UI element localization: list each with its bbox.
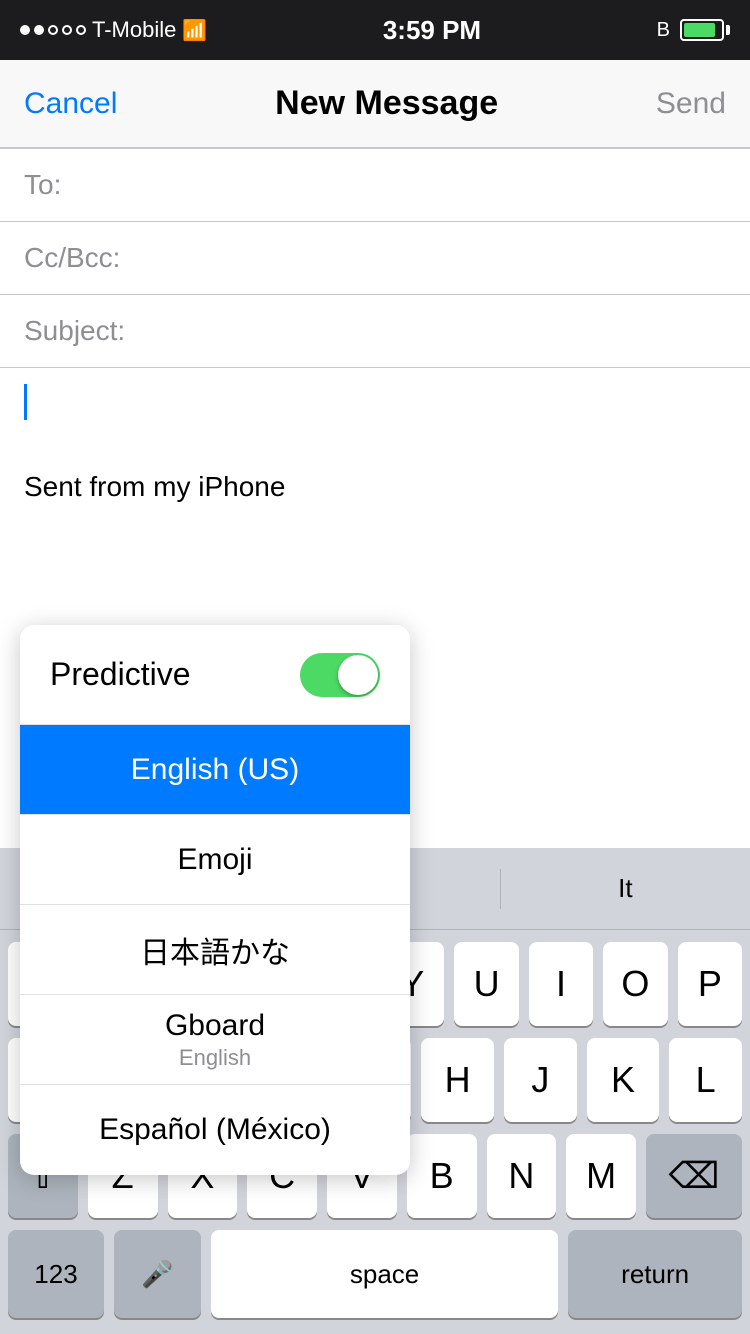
battery-tip: [726, 25, 730, 35]
status-right: B: [657, 19, 730, 42]
predictive-toggle[interactable]: [300, 653, 380, 697]
key-o[interactable]: O: [603, 942, 667, 1026]
keyboard-row-4: 123 🎤 space return: [8, 1230, 742, 1318]
language-option-espanol[interactable]: Español (México): [20, 1085, 410, 1175]
language-option-emoji[interactable]: Emoji: [20, 815, 410, 905]
body-area[interactable]: Sent from my iPhone: [0, 368, 750, 519]
key-u[interactable]: U: [454, 942, 518, 1026]
status-left: T-Mobile 📶: [20, 17, 207, 43]
key-delete[interactable]: ⌫: [646, 1134, 742, 1218]
gboard-content: Gboard English: [165, 1009, 265, 1071]
to-input[interactable]: [144, 169, 726, 201]
send-button[interactable]: Send: [656, 87, 726, 121]
key-j[interactable]: J: [504, 1038, 577, 1122]
key-b[interactable]: B: [407, 1134, 477, 1218]
battery-body: [680, 19, 724, 41]
signal-dot-1: [20, 25, 30, 35]
language-label-espanol: Español (México): [99, 1113, 331, 1147]
signature-text: Sent from my iPhone: [24, 471, 726, 503]
predictive-item-3[interactable]: It: [501, 873, 750, 904]
subject-label: Subject:: [24, 315, 144, 347]
battery-indicator: [680, 19, 730, 41]
key-n[interactable]: N: [487, 1134, 557, 1218]
ccbcc-field[interactable]: Cc/Bcc:: [0, 222, 750, 294]
predictive-label: Predictive: [50, 656, 191, 693]
signal-dots: [20, 25, 86, 35]
text-cursor: [24, 384, 27, 420]
language-option-english-us[interactable]: English (US): [20, 725, 410, 815]
to-label: To:: [24, 169, 144, 201]
key-h[interactable]: H: [421, 1038, 494, 1122]
ccbcc-input[interactable]: [144, 242, 726, 274]
ccbcc-label: Cc/Bcc:: [24, 242, 144, 274]
status-time: 3:59 PM: [383, 15, 481, 46]
signal-dot-3: [48, 25, 58, 35]
signal-dot-4: [62, 25, 72, 35]
gboard-sublabel: English: [179, 1045, 251, 1071]
key-space[interactable]: space: [211, 1230, 558, 1318]
battery-fill: [684, 23, 715, 37]
language-option-gboard[interactable]: Gboard English: [20, 995, 410, 1085]
key-return[interactable]: return: [568, 1230, 742, 1318]
carrier-label: T-Mobile: [92, 17, 176, 43]
key-numbers[interactable]: 123: [8, 1230, 104, 1318]
bluetooth-icon: B: [657, 19, 670, 42]
key-l[interactable]: L: [669, 1038, 742, 1122]
page-title: New Message: [275, 84, 498, 123]
language-label-japanese: 日本語かな: [140, 928, 290, 972]
signal-dot-2: [34, 25, 44, 35]
key-i[interactable]: I: [529, 942, 593, 1026]
toggle-thumb: [338, 655, 378, 695]
key-m[interactable]: M: [566, 1134, 636, 1218]
signal-dot-5: [76, 25, 86, 35]
language-label-emoji: Emoji: [177, 843, 252, 877]
status-bar: T-Mobile 📶 3:59 PM B: [0, 0, 750, 60]
predictive-row: Predictive: [20, 625, 410, 725]
nav-bar: Cancel New Message Send: [0, 60, 750, 148]
subject-input[interactable]: [144, 315, 726, 347]
key-k[interactable]: K: [587, 1038, 660, 1122]
key-microphone[interactable]: 🎤: [114, 1230, 201, 1318]
language-option-japanese[interactable]: 日本語かな: [20, 905, 410, 995]
keyboard-menu-popup: Predictive English (US) Emoji 日本語かな Gboa…: [20, 625, 410, 1175]
subject-field[interactable]: Subject:: [0, 295, 750, 367]
to-field[interactable]: To:: [0, 149, 750, 221]
language-label-gboard: Gboard: [165, 1009, 265, 1043]
key-p[interactable]: P: [678, 942, 742, 1026]
wifi-icon: 📶: [182, 18, 207, 43]
language-label-english-us: English (US): [131, 753, 299, 787]
cancel-button[interactable]: Cancel: [24, 87, 117, 121]
